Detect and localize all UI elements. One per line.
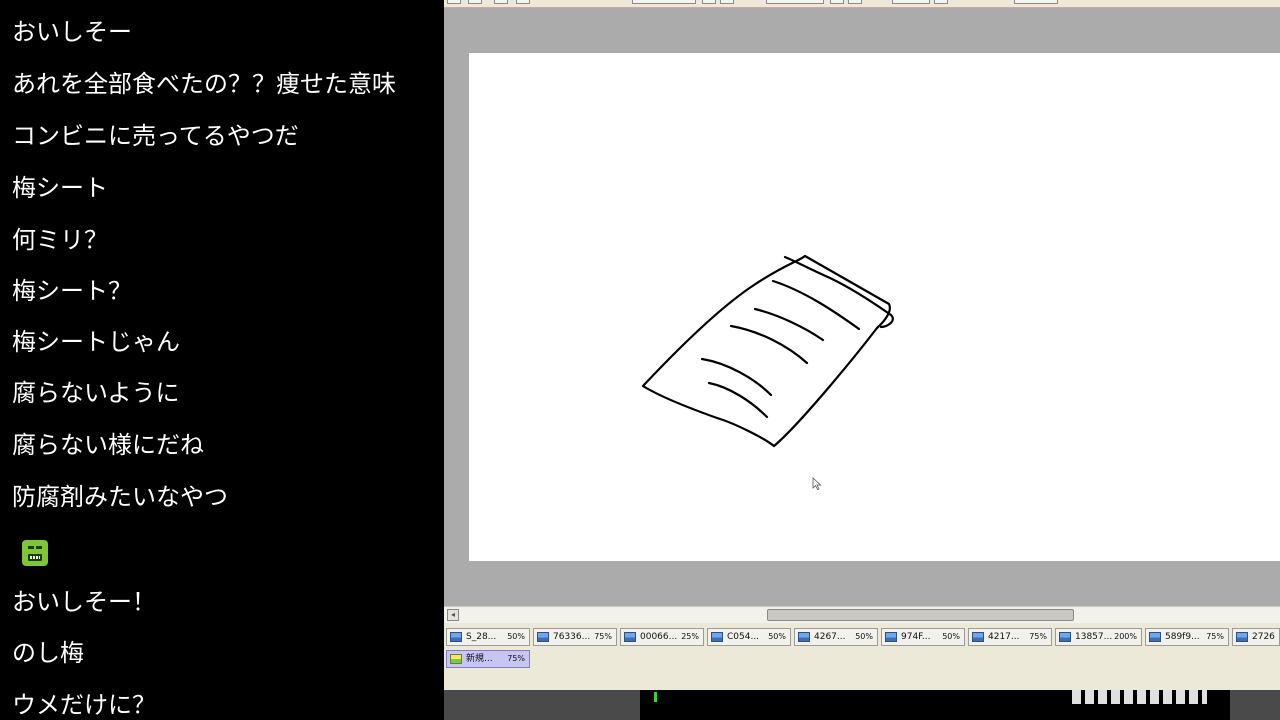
chat-message: 梅シート？ [12,277,132,305]
image-file-icon [1236,632,1248,642]
image-file-icon [972,632,984,642]
tab-name: 974F... [901,632,931,642]
chat-panel: おいしそー あれを全部食べたの？？痩せた意味 コンビニに売ってるやつだ 梅シート… [0,0,444,720]
toolbar-button[interactable] [447,0,461,4]
mouse-cursor-icon [812,477,822,490]
tab-zoom: 75% [594,632,612,641]
toolbar-button[interactable] [468,0,482,4]
tab-name: 76336... [553,632,591,642]
image-file-icon [1059,632,1071,642]
tab-name: 4267... [814,632,846,642]
chat-message: 腐らないように [12,379,180,407]
image-file-icon [798,632,810,642]
chat-message: ウメだけに？ [12,691,156,719]
document-tab[interactable]: 589f9... 75% [1145,628,1229,646]
document-tab-bar: S_28... 50% 76336... 75% 00066... 25% C0… [444,623,1280,690]
chat-message: 梅シートじゃん [12,328,180,356]
tab-name: C054... [727,632,760,642]
tab-zoom: 50% [768,632,786,641]
tab-name: 新規... [466,654,493,664]
chat-message: のし梅 [12,639,84,667]
tab-name: 589f9... [1165,632,1200,642]
scroll-left-icon[interactable]: ◂ [447,609,459,621]
document-tab[interactable]: 974F... 50% [881,628,965,646]
toolbar-button[interactable] [702,0,716,4]
image-file-icon [450,632,462,642]
document-tab[interactable]: S_28... 50% [446,628,530,646]
toolbar-button[interactable] [516,0,530,4]
document-tab[interactable]: 76336... 75% [533,628,617,646]
document-tab[interactable]: C054... 50% [707,628,791,646]
toolbar-button[interactable] [494,0,508,4]
green-face-stamp-icon [22,540,48,566]
image-file-icon [1149,632,1161,642]
tab-zoom: 50% [507,632,525,641]
image-file-icon [624,632,636,642]
image-file-icon [885,632,897,642]
new-file-icon [450,654,462,664]
document-tab[interactable]: 13857... 200% [1055,628,1142,646]
overlay-logo [1072,690,1207,704]
horizontal-scrollbar[interactable]: ◂ [444,606,1280,623]
image-file-icon [711,632,723,642]
document-tab[interactable]: 00066... 25% [620,628,704,646]
tab-zoom: 50% [855,632,873,641]
overlay-marker [654,692,657,702]
scrollbar-thumb[interactable] [767,609,1074,621]
tab-name: 4217... [988,632,1020,642]
tab-name: S_28... [466,632,497,642]
toolbar-field[interactable] [892,0,930,4]
chat-message: 腐らない様にだね [12,431,204,459]
document-tab-active[interactable]: 新規... 75% [446,650,530,668]
chat-message: おいしそー [12,18,132,46]
chat-message: あれを全部食べたの？？痩せた意味 [12,70,396,98]
toolbar-field[interactable] [632,0,696,4]
chat-message: コンビニに売ってるやつだ [12,122,299,150]
tab-name: 00066... [640,632,678,642]
chat-message: おいしそー！ [12,588,156,616]
toolbar [444,0,1280,8]
chat-message: 何ミリ？ [12,226,108,254]
document-tab[interactable]: 4217... 75% [968,628,1052,646]
toolbar-button[interactable] [830,0,844,4]
drawing-canvas[interactable] [469,53,1280,561]
toolbar-button[interactable] [848,0,862,4]
umeboshi-sheet-sketch [641,254,894,448]
tab-zoom: 75% [507,654,525,663]
tab-zoom: 200% [1114,632,1137,641]
toolbar-field[interactable] [1014,0,1058,4]
chat-message: 梅シート [12,174,108,202]
tab-zoom: 50% [942,632,960,641]
toolbar-button[interactable] [720,0,734,4]
tab-zoom: 25% [681,632,699,641]
image-file-icon [537,632,549,642]
stream-overlay-strip [444,690,1280,720]
document-tab[interactable]: 4267... 50% [794,628,878,646]
document-tab[interactable]: 2726 [1232,628,1280,646]
paint-app-window: ◂ S_28... 50% 76336... 75% 00066... 25% … [444,0,1280,690]
chat-message: 防腐剤みたいなやつ [12,483,228,511]
tab-name: 2726 [1252,632,1275,642]
toolbar-field[interactable] [766,0,824,4]
tab-name: 13857... [1075,632,1113,642]
tab-zoom: 75% [1206,632,1224,641]
tab-zoom: 75% [1029,632,1047,641]
toolbar-button[interactable] [934,0,948,4]
